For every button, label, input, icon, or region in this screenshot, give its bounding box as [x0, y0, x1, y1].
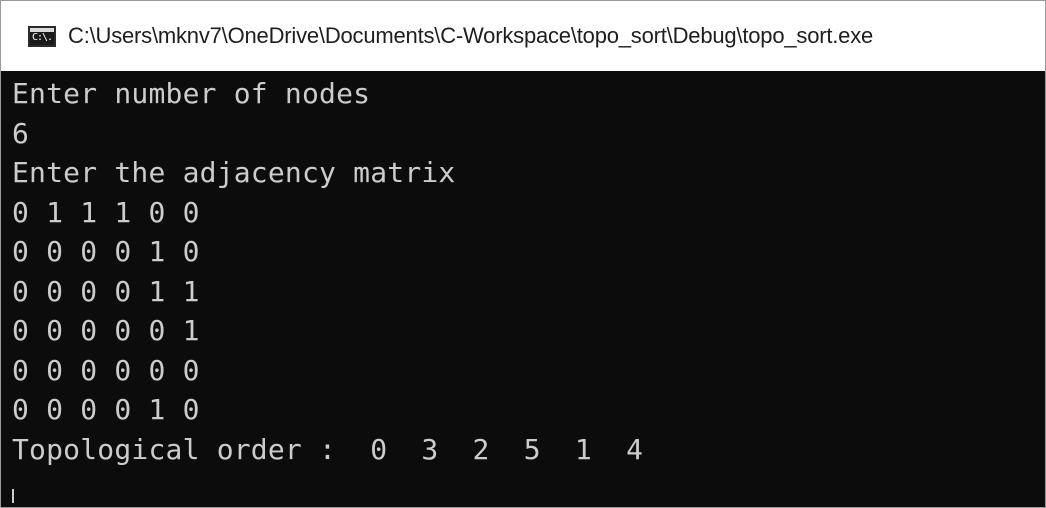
- console-line-matrix-row: 0 0 0 0 1 0: [12, 393, 200, 426]
- console-app-icon-label: C:\.: [32, 31, 53, 43]
- console-line-prompt-nodes: Enter number of nodes: [12, 77, 371, 110]
- console-app-icon[interactable]: C:\.: [28, 25, 56, 47]
- window-title: C:\Users\mknv7\OneDrive\Documents\C-Work…: [68, 23, 874, 48]
- console-window: C:\. C:\Users\mknv7\OneDrive\Documents\C…: [0, 0, 1046, 508]
- console-line-matrix-row: 0 0 0 0 0 0: [12, 353, 200, 387]
- console-line-matrix-row: 0 1 1 1 0 0: [12, 195, 200, 229]
- console-line-matrix-row: 0 0 0 0 0 1: [12, 314, 200, 347]
- console-line-node-count: 6: [12, 116, 30, 150]
- console-line-matrix-row: 0 0 0 0 1 1: [12, 274, 200, 308]
- console-line-topological-order: Topological order : 0 3 2 5 1 4: [12, 432, 644, 466]
- console-output[interactable]: Enter number of nodes 6 Enter the adjace…: [1, 71, 1045, 507]
- title-bar[interactable]: C:\. C:\Users\mknv7\OneDrive\Documents\C…: [1, 1, 1045, 71]
- console-line-matrix-row: 0 0 0 0 1 0: [12, 235, 200, 268]
- console-line-prompt-matrix: Enter the adjacency matrix: [12, 156, 456, 189]
- text-cursor: [12, 489, 14, 503]
